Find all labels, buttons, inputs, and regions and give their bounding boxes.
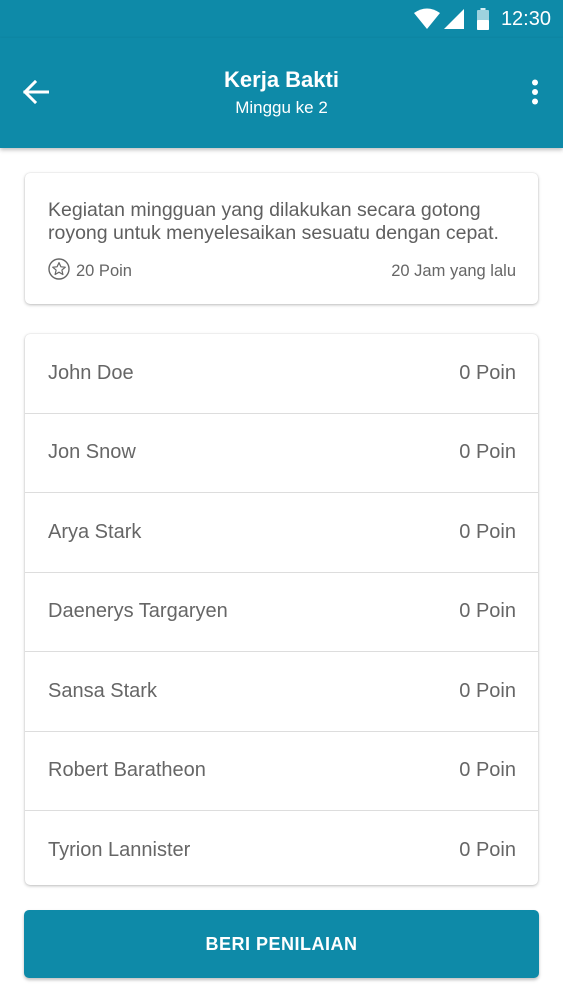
member-points: 0 Poin: [459, 679, 516, 702]
status-icons: 12:30: [413, 6, 551, 32]
page-subtitle: Minggu ke 2: [235, 98, 328, 117]
member-name: Tyrion Lannister: [48, 839, 191, 862]
rate-button[interactable]: BERI PENILAIAN: [24, 910, 539, 978]
member-name: Sansa Stark: [48, 679, 157, 702]
task-points-label: 20 Poin: [76, 261, 132, 280]
task-description: Kegiatan mingguan yang dilakukan secara …: [48, 199, 499, 244]
task-points: 20 Poin: [48, 257, 132, 285]
member-name: Robert Baratheon: [48, 759, 206, 782]
list-item[interactable]: Jon Snow 0 Poin: [25, 414, 538, 493]
status-bar: 12:30: [0, 0, 563, 38]
screen: 12:30 Kerja Bakti Minggu ke 2 Kegiatan m…: [0, 0, 563, 1001]
member-points: 0 Poin: [459, 839, 516, 862]
more-vertical-icon: [531, 79, 539, 110]
app-bar: Kerja Bakti Minggu ke 2: [0, 38, 563, 148]
list-item[interactable]: Daenerys Targaryen 0 Poin: [25, 573, 538, 652]
member-points: 0 Poin: [459, 361, 516, 384]
member-points: 0 Poin: [459, 441, 516, 464]
page-title: Kerja Bakti: [224, 67, 339, 92]
task-time-ago: 20 Jam yang lalu: [391, 261, 516, 280]
member-list: John Doe 0 Poin Jon Snow 0 Poin Arya Sta…: [25, 334, 538, 885]
member-points: 0 Poin: [459, 520, 516, 543]
signal-icon: [443, 8, 465, 30]
member-points: 0 Poin: [459, 759, 516, 782]
member-name: Arya Stark: [48, 520, 142, 543]
member-points: 0 Poin: [459, 600, 516, 623]
task-description-card: Kegiatan mingguan yang dilakukan secara …: [25, 173, 538, 304]
wifi-icon: [413, 8, 441, 30]
list-item[interactable]: Sansa Stark 0 Poin: [25, 652, 538, 732]
status-time: 12:30: [500, 7, 551, 30]
member-name: Daenerys Targaryen: [48, 600, 228, 623]
list-item[interactable]: Robert Baratheon 0 Poin: [25, 732, 538, 811]
battery-icon: [476, 8, 489, 30]
list-item[interactable]: Tyrion Lannister 0 Poin: [25, 811, 538, 885]
title-block: Kerja Bakti Minggu ke 2: [80, 66, 483, 120]
more-menu-button[interactable]: [515, 72, 555, 116]
list-item[interactable]: Arya Stark 0 Poin: [25, 493, 538, 573]
star-icon: [48, 257, 76, 285]
back-button[interactable]: [14, 72, 58, 116]
arrow-left-icon: [22, 79, 50, 109]
task-meta: 20 Poin 20 Jam yang lalu: [48, 257, 516, 285]
member-name: Jon Snow: [48, 441, 136, 464]
list-item[interactable]: John Doe 0 Poin: [25, 334, 538, 414]
member-name: John Doe: [48, 361, 134, 384]
